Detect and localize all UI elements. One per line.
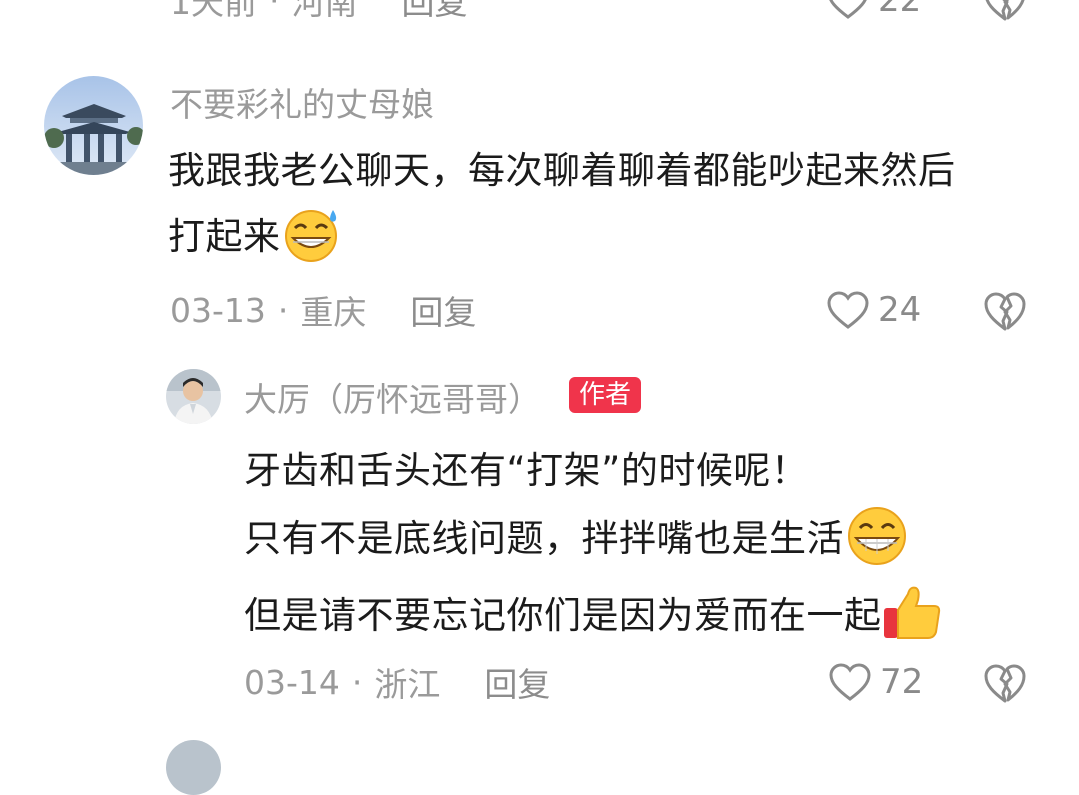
reply-date: 03-14: [244, 662, 340, 702]
reply-button[interactable]: 回复: [402, 0, 468, 24]
author-username[interactable]: 大厉（厉怀远哥哥）: [244, 373, 541, 421]
like-button[interactable]: 24: [826, 286, 921, 334]
person-avatar-image: [166, 369, 221, 424]
reply-text-line3: 但是请不要忘记你们是因为爱而在一起: [244, 584, 942, 651]
like-button[interactable]: 22: [826, 0, 921, 24]
grinning-emoji: [844, 506, 910, 575]
reply-text-line2: 只有不是底线问题，拌拌嘴也是生活: [244, 506, 910, 575]
author-badge: 作者: [569, 377, 642, 413]
like-count: 22: [878, 0, 922, 20]
broken-heart-icon[interactable]: [982, 0, 1028, 24]
broken-heart-icon[interactable]: [982, 288, 1028, 334]
reply-text-fragment: 但是请不要忘记你们是因为爱而在一起: [244, 594, 882, 637]
reply-button[interactable]: 回复: [410, 286, 476, 334]
comment-text-fragment: 打起来: [168, 215, 281, 258]
author-avatar[interactable]: [166, 369, 221, 424]
heart-icon: [829, 663, 871, 701]
comment-meta: 03-13 · 重庆 回复: [170, 286, 476, 334]
grinning-sweat-emoji: [281, 206, 345, 271]
reply-button[interactable]: 回复: [484, 658, 550, 706]
username[interactable]: 不要彩礼的丈母娘: [170, 78, 434, 126]
separator-dot: ·: [269, 0, 280, 20]
avatar[interactable]: [44, 76, 143, 175]
broken-heart-icon[interactable]: [982, 660, 1028, 706]
reply-text-line1: 牙齿和舌头还有“打架”的时候呢！: [244, 449, 809, 492]
comment-location: 重庆: [300, 293, 367, 332]
like-button[interactable]: 72: [828, 658, 923, 706]
reply-text-fragment: 只有不是底线问题，拌拌嘴也是生活: [244, 517, 844, 560]
comment-time: 1天前: [170, 0, 257, 22]
heart-icon: [827, 291, 869, 329]
comment-text-line2: 打起来: [168, 206, 345, 271]
pavilion-avatar-image: [44, 76, 143, 175]
thumbs-up-emoji: [882, 584, 942, 651]
like-count: 24: [878, 290, 922, 330]
heart-icon: [829, 0, 867, 19]
reply-meta: 03-14 · 浙江 回复: [244, 658, 550, 706]
separator-dot: ·: [351, 662, 363, 702]
reply-location: 浙江: [374, 665, 441, 704]
like-count: 72: [880, 662, 924, 702]
top-comment-meta: 1天前 · 河南 回复: [170, 0, 468, 24]
comment-location: 河南: [291, 0, 358, 22]
separator-dot: ·: [277, 290, 289, 330]
next-avatar[interactable]: [166, 740, 221, 795]
comment-text: 我跟我老公聊天，每次聊着聊着都能吵起来然后: [168, 149, 956, 192]
comment-date: 03-13: [170, 290, 266, 330]
